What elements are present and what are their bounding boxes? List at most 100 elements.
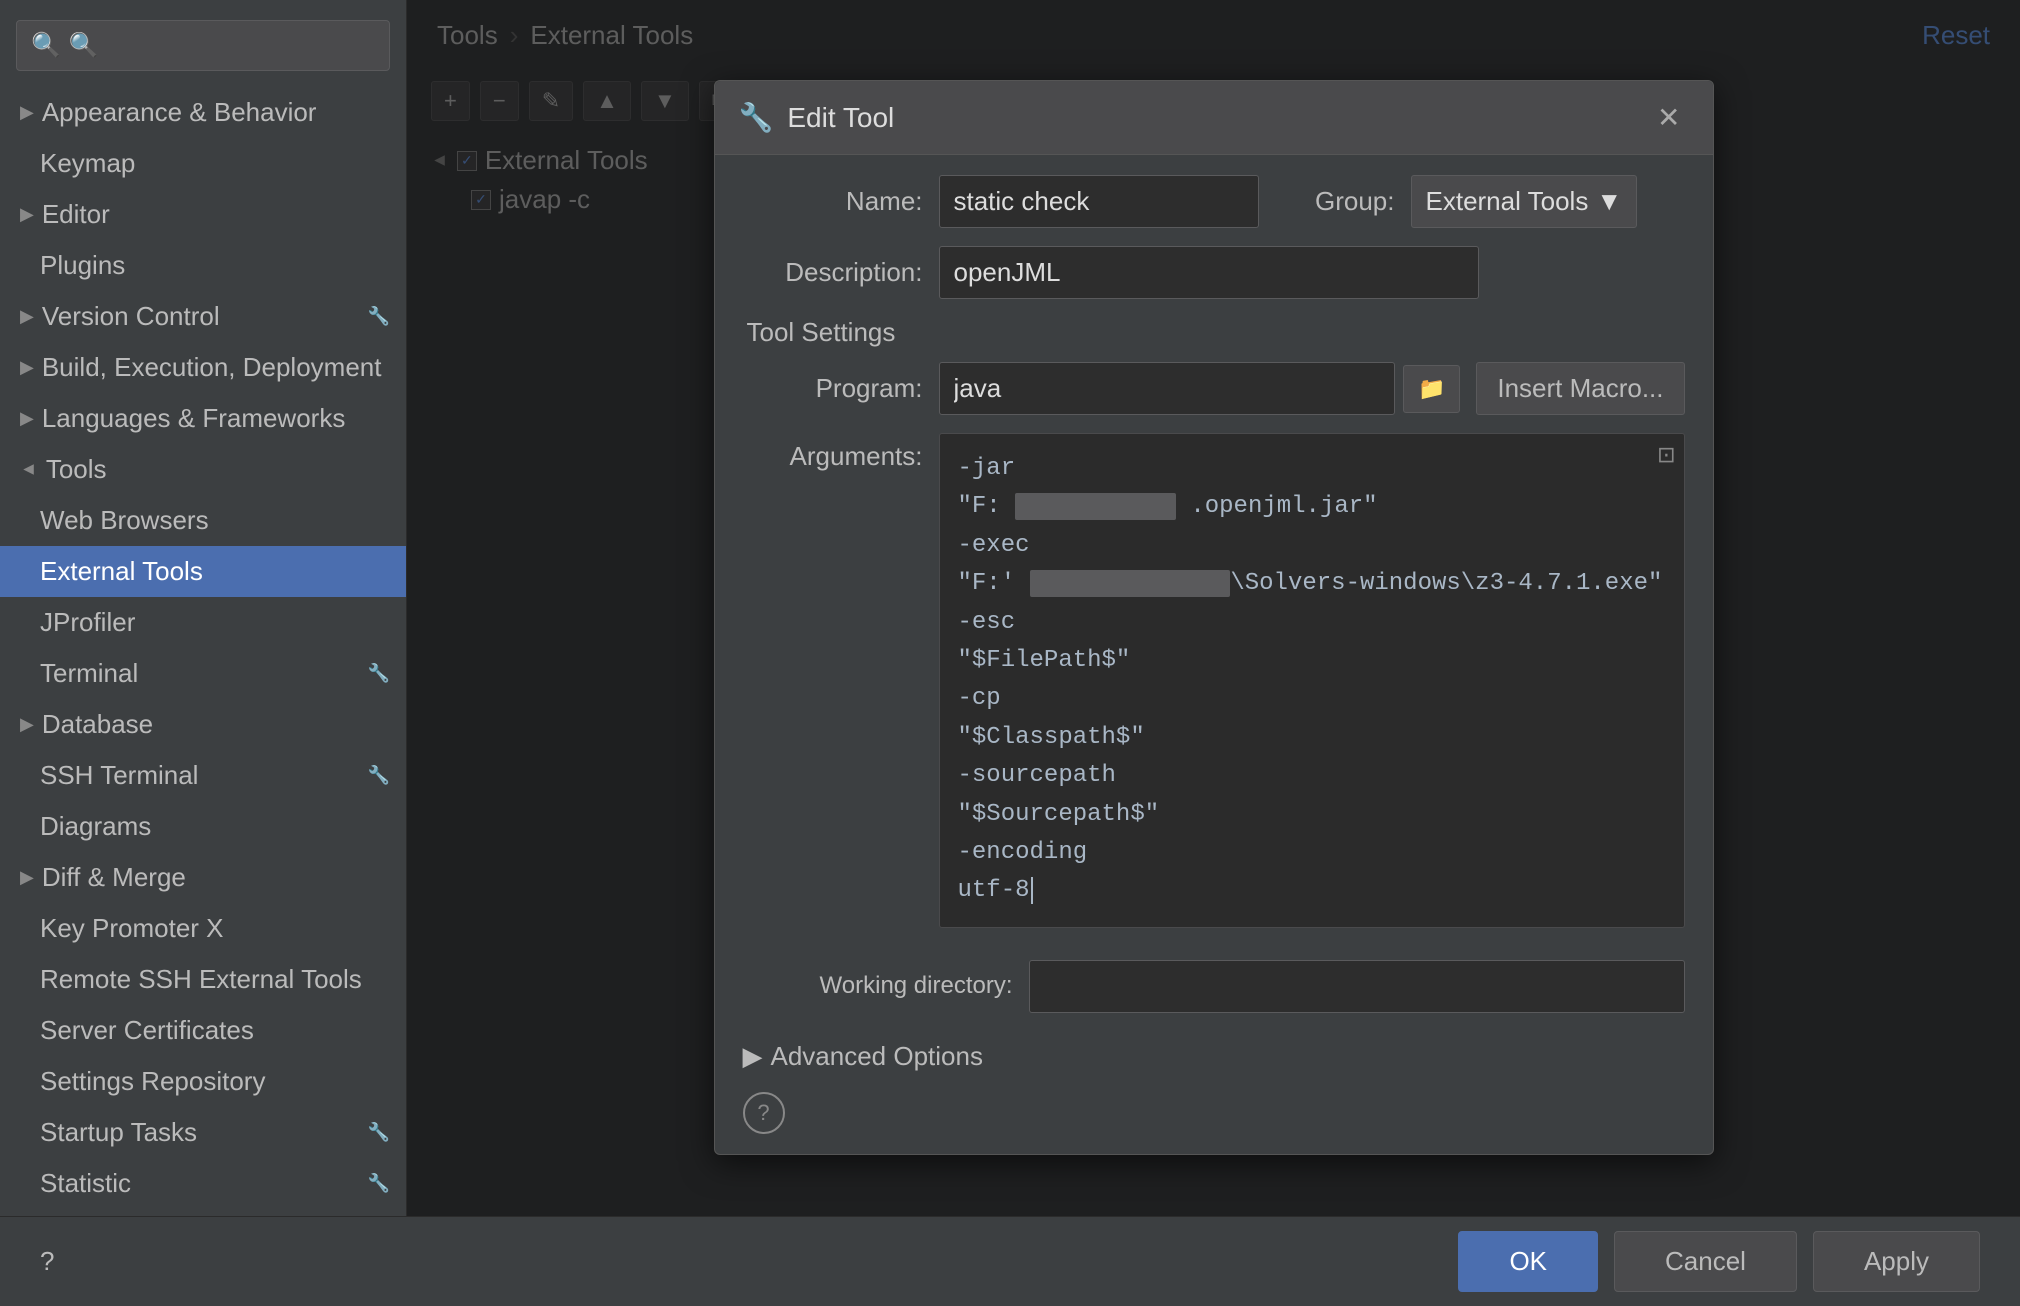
sidebar-item-terminal[interactable]: Terminal 🔧: [0, 648, 406, 699]
modal-body: Name: Group: External Tools ▼ Descriptio…: [715, 155, 1713, 1154]
help-icon-bottom[interactable]: ?: [40, 1246, 54, 1277]
desc-input[interactable]: [939, 246, 1479, 299]
badge-icon: 🔧: [368, 1122, 390, 1143]
sidebar-item-remote-ssh[interactable]: Remote SSH External Tools: [0, 954, 406, 1005]
args-line: -esc: [958, 604, 1666, 642]
sidebar-item-database[interactable]: ▶ Database: [0, 699, 406, 750]
args-line: "$Sourcepath$": [958, 796, 1666, 834]
chevron-icon: ▼: [18, 461, 39, 479]
sidebar-item-label: Startup Tasks: [40, 1117, 197, 1148]
sidebar-item-label: Plugins: [40, 250, 125, 281]
sidebar-item-external-tools[interactable]: External Tools: [0, 546, 406, 597]
sidebar-item-label: Statistic: [40, 1168, 131, 1199]
args-line: "$FilePath$": [958, 642, 1666, 680]
sidebar-item-appearance[interactable]: ▶ Appearance & Behavior: [0, 87, 406, 138]
desc-label: Description:: [743, 257, 923, 288]
chevron-icon: ▶: [20, 867, 34, 888]
args-line: "F: XXXXXXX .openjml.jar": [958, 488, 1666, 526]
badge-icon: 🔧: [368, 1173, 390, 1194]
name-row: Name: Group: External Tools ▼: [743, 175, 1685, 228]
folder-button[interactable]: 📁: [1403, 365, 1460, 413]
sidebar-item-tools[interactable]: ▼ Tools: [0, 444, 406, 495]
chevron-icon: ▶: [20, 204, 34, 225]
args-line: -encoding: [958, 834, 1666, 872]
sidebar-item-label: Server Certificates: [40, 1015, 254, 1046]
args-line: -exec: [958, 527, 1666, 565]
sidebar-item-label: Tools: [46, 454, 107, 485]
advanced-chevron-icon: ▶: [743, 1041, 763, 1072]
sidebar-item-label: SSH Terminal: [40, 760, 198, 791]
sidebar-item-statistic[interactable]: Statistic 🔧: [0, 1158, 406, 1209]
insert-macro-button[interactable]: Insert Macro...: [1476, 362, 1684, 415]
sidebar-item-label: Version Control: [42, 301, 220, 332]
sidebar-item-tasks[interactable]: ▶ Tasks 🔧: [0, 1209, 406, 1216]
bottom-bar: ? OK Cancel Apply: [0, 1216, 2020, 1306]
badge-icon: 🔧: [368, 663, 390, 684]
tool-settings-title: Tool Settings: [743, 317, 1685, 348]
args-line: "F:' XXXXXXX\Solvers-windows\z3-4.7.1.ex…: [958, 565, 1666, 603]
cancel-button[interactable]: Cancel: [1614, 1231, 1797, 1292]
sidebar-item-key-promoter[interactable]: Key Promoter X: [0, 903, 406, 954]
args-line: -sourcepath: [958, 757, 1666, 795]
apply-button[interactable]: Apply: [1813, 1231, 1980, 1292]
sidebar-item-jprofiler[interactable]: JProfiler: [0, 597, 406, 648]
program-row: Program: 📁 Insert Macro...: [743, 362, 1685, 415]
modal-overlay: 🔧 Edit Tool ✕ Name: Group: External Tool…: [407, 0, 2020, 1216]
sidebar-item-diagrams[interactable]: Diagrams: [0, 801, 406, 852]
chevron-icon: ▶: [20, 102, 34, 123]
modal-title: Edit Tool: [787, 102, 894, 134]
ok-button[interactable]: OK: [1458, 1231, 1598, 1292]
group-select-value: External Tools: [1426, 186, 1589, 217]
modal-header: 🔧 Edit Tool ✕: [715, 81, 1713, 155]
main-panel: Tools › External Tools Reset + − ✎ ▲ ▼ ⧉…: [407, 0, 2020, 1216]
sidebar-item-label: Diagrams: [40, 811, 151, 842]
sidebar-item-languages[interactable]: ▶ Languages & Frameworks: [0, 393, 406, 444]
sidebar-item-build[interactable]: ▶ Build, Execution, Deployment: [0, 342, 406, 393]
working-dir-input[interactable]: [1029, 960, 1685, 1013]
working-dir-row: Working directory:: [743, 960, 1685, 1013]
args-line: -cp: [958, 680, 1666, 718]
sidebar-item-editor[interactable]: ▶ Editor: [0, 189, 406, 240]
args-line: "$Classpath$": [958, 719, 1666, 757]
sidebar-item-label: Diff & Merge: [42, 862, 186, 893]
sidebar-item-label: Settings Repository: [40, 1066, 265, 1097]
sidebar-item-settings-repo[interactable]: Settings Repository: [0, 1056, 406, 1107]
help-button[interactable]: ?: [743, 1092, 785, 1134]
sidebar-item-label: Remote SSH External Tools: [40, 964, 362, 995]
sidebar-item-label: Terminal: [40, 658, 138, 689]
advanced-options[interactable]: ▶ Advanced Options: [743, 1031, 1685, 1082]
sidebar-item-keymap[interactable]: Keymap: [0, 138, 406, 189]
sidebar-item-diff-merge[interactable]: ▶ Diff & Merge: [0, 852, 406, 903]
sidebar-item-web-browsers[interactable]: Web Browsers: [0, 495, 406, 546]
chevron-icon: ▶: [20, 306, 34, 327]
modal-close-button[interactable]: ✕: [1649, 97, 1688, 138]
sidebar-item-ssh-terminal[interactable]: SSH Terminal 🔧: [0, 750, 406, 801]
group-select[interactable]: External Tools ▼: [1411, 175, 1638, 228]
arguments-section: Arguments: ⊡ -jar "F: XXXXXXX .openjml.j…: [743, 433, 1685, 944]
search-input[interactable]: [69, 32, 375, 60]
sidebar-item-label: Editor: [42, 199, 110, 230]
help-section: ?: [743, 1082, 1685, 1134]
advanced-label: Advanced Options: [771, 1041, 983, 1072]
sidebar-item-label: Languages & Frameworks: [42, 403, 345, 434]
args-line: -jar: [958, 450, 1666, 488]
sidebar-item-plugins[interactable]: Plugins: [0, 240, 406, 291]
settings-window: 🔍 ▶ Appearance & Behavior Keymap ▶ Edito…: [0, 0, 2020, 1306]
program-input[interactable]: [939, 362, 1395, 415]
sidebar-item-label: Database: [42, 709, 153, 740]
arguments-textarea[interactable]: ⊡ -jar "F: XXXXXXX .openjml.jar" -exec "…: [939, 433, 1685, 928]
collapse-button[interactable]: ⊡: [1657, 442, 1675, 468]
chevron-icon: ▶: [20, 714, 34, 735]
sidebar-item-version-control[interactable]: ▶ Version Control 🔧: [0, 291, 406, 342]
search-bar[interactable]: 🔍: [16, 20, 390, 71]
desc-row: Description:: [743, 246, 1685, 299]
group-label: Group:: [1275, 186, 1395, 217]
name-input[interactable]: [939, 175, 1259, 228]
sidebar-item-server-certs[interactable]: Server Certificates: [0, 1005, 406, 1056]
working-dir-label: Working directory:: [743, 972, 1013, 1000]
sidebar-item-startup-tasks[interactable]: Startup Tasks 🔧: [0, 1107, 406, 1158]
badge-icon: 🔧: [368, 306, 390, 327]
program-label: Program:: [743, 373, 923, 404]
tool-icon: 🔧: [739, 101, 774, 134]
chevron-icon: ▶: [20, 357, 34, 378]
